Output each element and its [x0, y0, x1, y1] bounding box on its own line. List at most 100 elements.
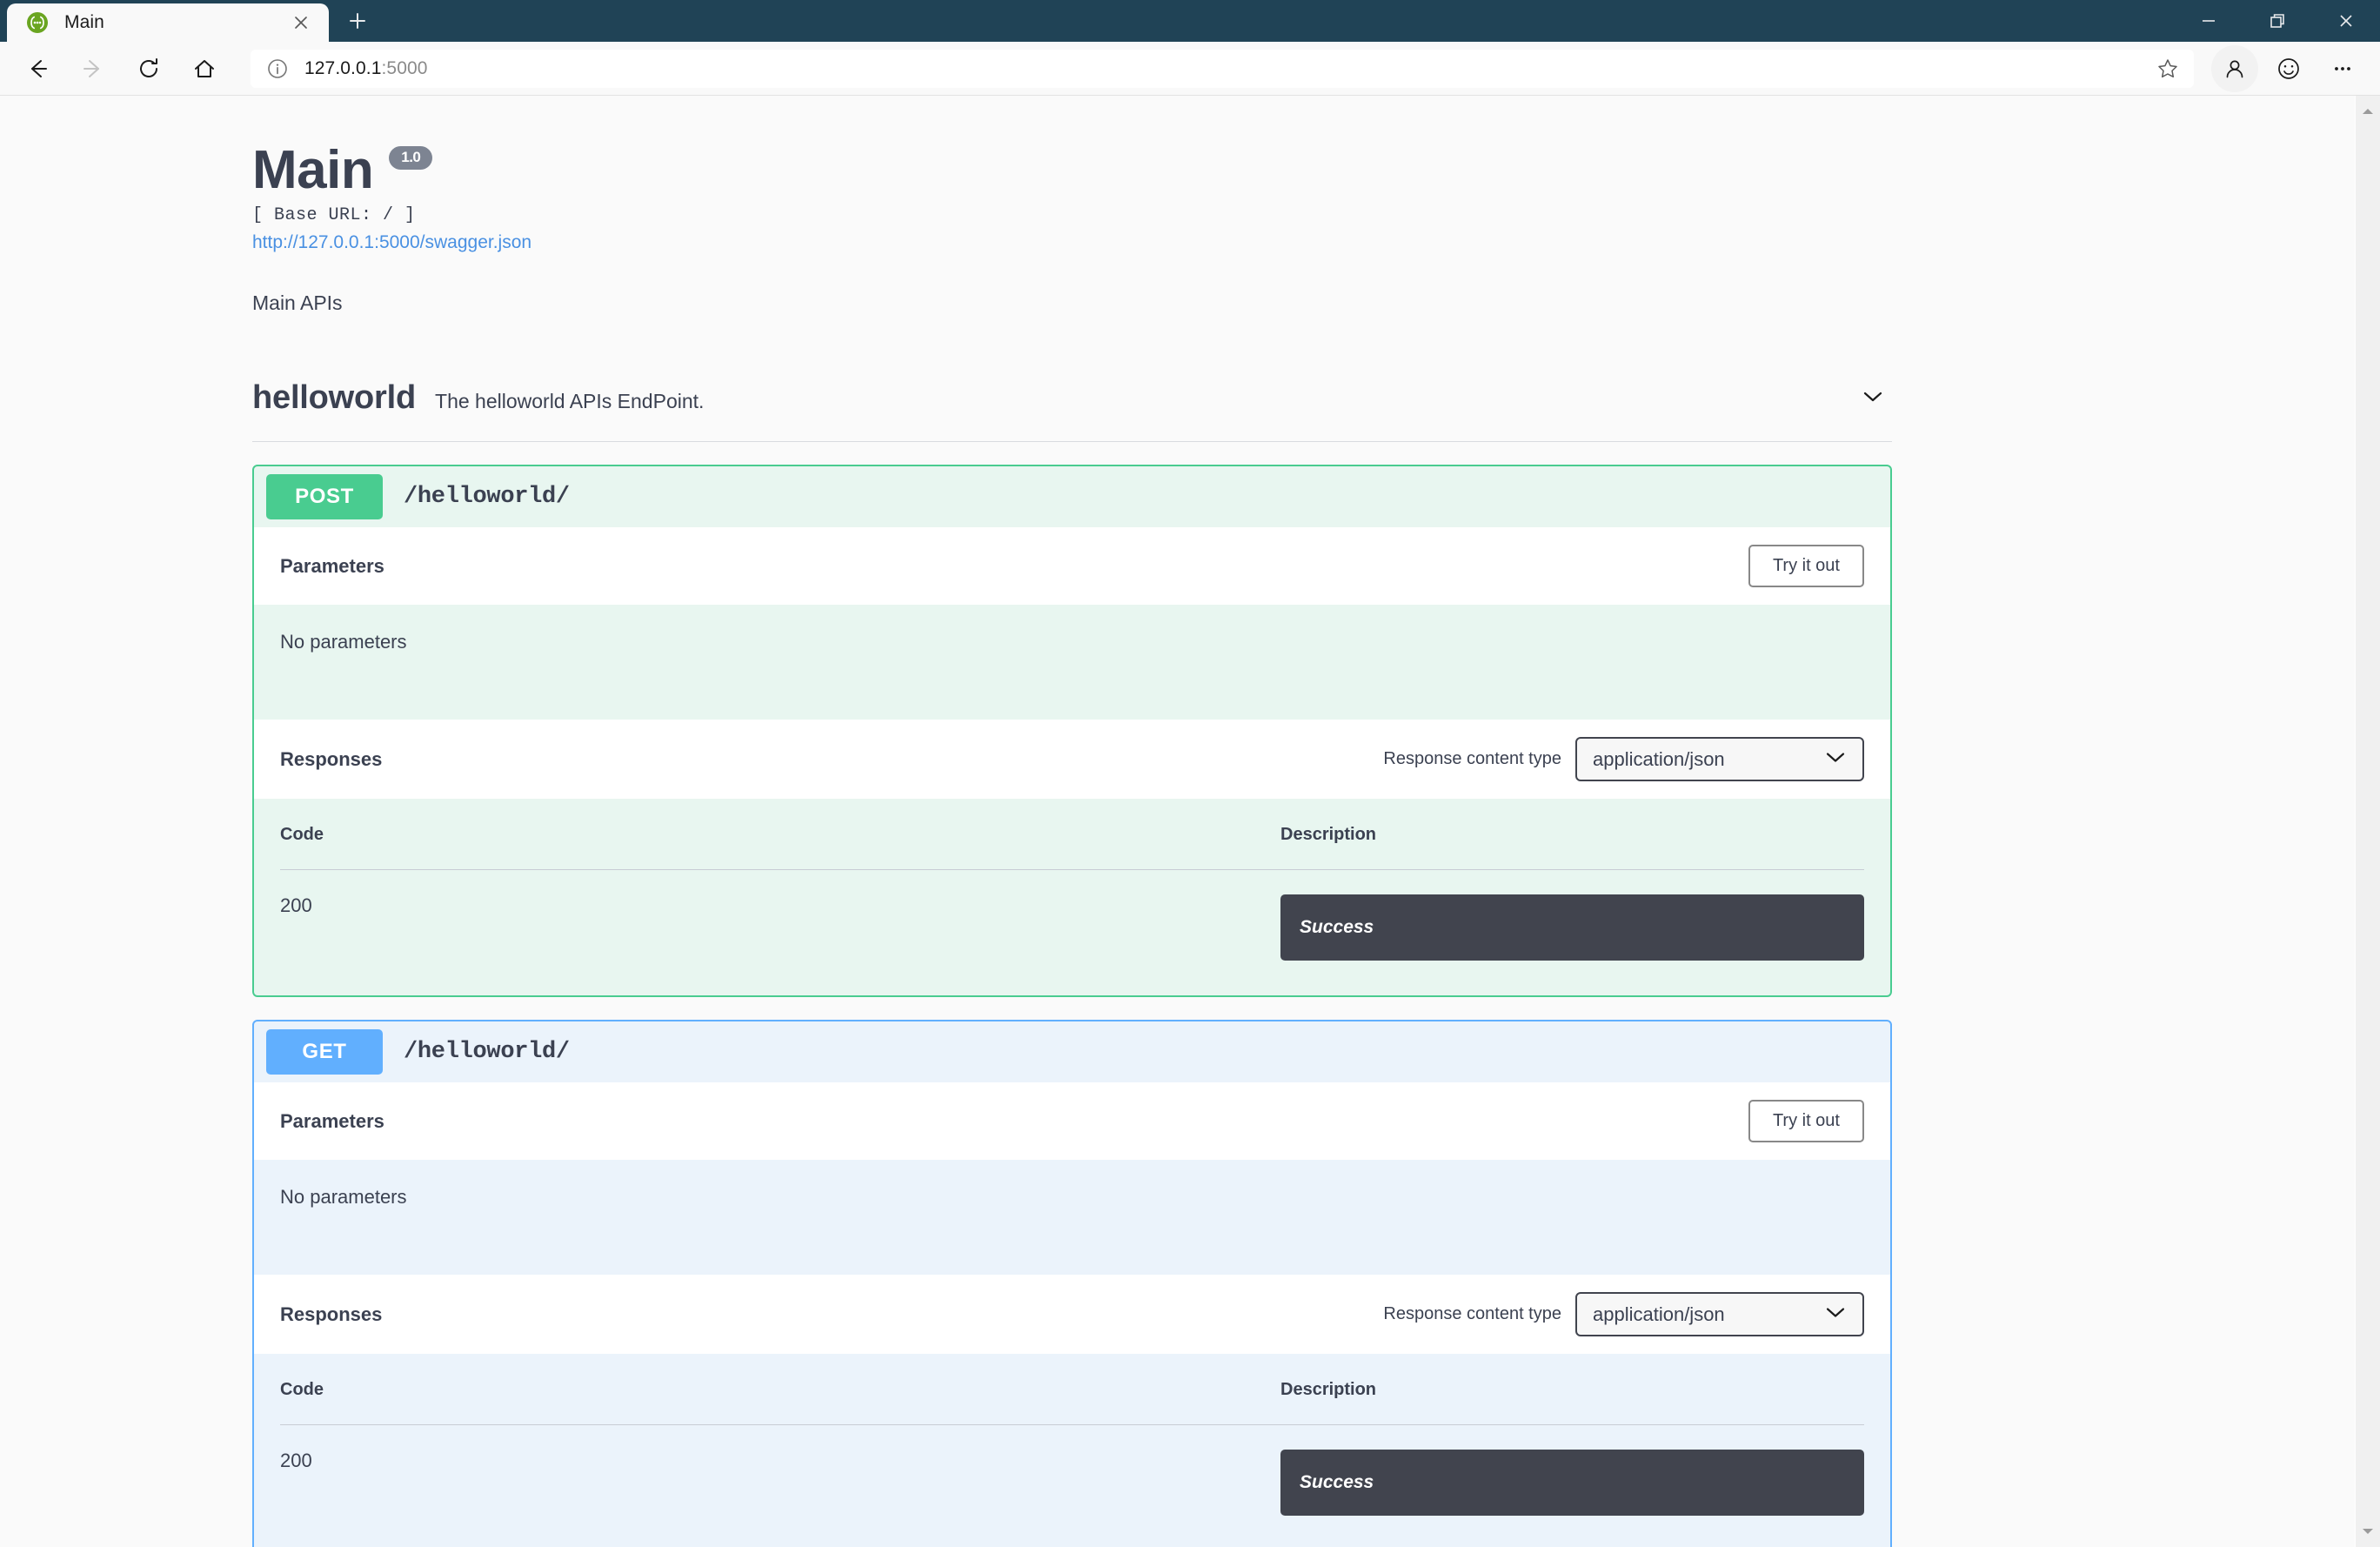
- info-circle-icon[interactable]: [264, 56, 291, 82]
- no-parameters-text: No parameters: [280, 631, 407, 653]
- back-arrow-icon: [31, 59, 47, 77]
- response-content-type-select[interactable]: application/json: [1575, 737, 1864, 782]
- window-controls: [2174, 0, 2380, 42]
- base-url-text: [ Base URL: / ]: [252, 205, 416, 226]
- responses-bar: Responses Response content type applicat…: [254, 1275, 1890, 1355]
- tag-name: helloworld: [252, 379, 417, 417]
- swagger-ui-page: Main 1.0 [ Base URL: / ] http://127.0.0.…: [0, 96, 2355, 1547]
- responses-table-header: Code Description: [280, 1354, 1864, 1426]
- api-description: Main APIs: [252, 291, 343, 315]
- window-restore-button[interactable]: [2243, 0, 2311, 42]
- swagger-ui-root: Main 1.0 [ Base URL: / ] http://127.0.0.…: [0, 96, 2144, 1547]
- page-scrollbar[interactable]: [2355, 96, 2380, 1547]
- responses-table: Code Description 200 Success: [254, 1354, 1890, 1547]
- settings-menu-button[interactable]: [2319, 45, 2366, 92]
- tag-description: The helloworld APIs EndPoint.: [435, 390, 705, 413]
- column-header-code: Code: [280, 1380, 324, 1400]
- response-content-type-label: Response content type: [1383, 1304, 1561, 1324]
- page-title: Main 1.0: [252, 142, 2144, 198]
- operation-path: /helloworld/: [404, 484, 570, 511]
- api-version-badge: 1.0: [389, 146, 433, 170]
- parameters-title: Parameters: [280, 1109, 384, 1132]
- http-method-badge: POST: [266, 474, 383, 520]
- reload-button[interactable]: [125, 45, 172, 92]
- try-it-out-button[interactable]: Try it out: [1748, 1100, 1864, 1143]
- table-row: 200 Success: [280, 1425, 1864, 1517]
- restore-icon: [2270, 14, 2284, 28]
- person-icon: [2226, 60, 2243, 77]
- browser-window: Main 127.0.0.1:5000 Main 1.0 [Base URL:…: [0, 0, 2380, 1547]
- tag-header[interactable]: helloworld The helloworld APIs EndPoint.: [252, 379, 1892, 443]
- operation-get-helloworld: GET /helloworld/ Parameters Try it out N…: [252, 1020, 1892, 1547]
- operation-post-helloworld: POST /helloworld/ Parameters Try it out …: [252, 465, 1892, 998]
- tab-close-icon[interactable]: [285, 7, 317, 38]
- page-viewport: Main 1.0 [ Base URL: / ] http://127.0.0.…: [0, 96, 2380, 1547]
- minimize-icon: [2202, 20, 2215, 22]
- url-host: 127.0.0.1: [304, 57, 382, 78]
- swagger-json-link[interactable]: http://127.0.0.1:5000/swagger.json: [252, 232, 2144, 253]
- response-description: Success: [1280, 1450, 1864, 1517]
- browser-titlebar: Main: [0, 0, 2380, 42]
- forward-arrow-icon: [84, 59, 99, 77]
- scroll-down-arrow-icon[interactable]: [2356, 1523, 2380, 1540]
- column-header-description: Description: [1280, 1380, 1377, 1400]
- address-bar[interactable]: 127.0.0.1:5000: [251, 49, 2194, 88]
- tab-strip: Main: [0, 0, 381, 42]
- home-button[interactable]: [181, 45, 228, 92]
- address-bar-url: 127.0.0.1:5000: [304, 58, 2150, 79]
- feedback-button[interactable]: [2265, 45, 2312, 92]
- responses-title: Responses: [280, 747, 383, 770]
- response-content-type-label: Response content type: [1383, 749, 1561, 769]
- swagger-logo-icon: [26, 11, 49, 34]
- parameters-title: Parameters: [280, 554, 384, 577]
- close-icon: [2339, 15, 2352, 27]
- browser-tab-main[interactable]: Main: [7, 3, 329, 42]
- column-header-code: Code: [280, 825, 324, 845]
- response-content-type-select[interactable]: application/json: [1575, 1292, 1864, 1337]
- operation-summary[interactable]: POST /helloworld/: [254, 466, 1890, 527]
- window-close-button[interactable]: [2311, 0, 2380, 42]
- url-port: :5000: [381, 57, 428, 78]
- browser-toolbar: 127.0.0.1:5000: [0, 42, 2380, 96]
- new-tab-button[interactable]: [334, 2, 381, 40]
- responses-title: Responses: [280, 1303, 383, 1325]
- chevron-down-icon[interactable]: [1854, 381, 1892, 412]
- profile-button[interactable]: [2211, 44, 2258, 92]
- parameters-bar: Parameters Try it out: [254, 527, 1890, 606]
- response-description-text: Success: [1300, 1472, 1374, 1493]
- home-icon: [195, 59, 214, 77]
- response-code: 200: [280, 894, 312, 917]
- operation-body: Parameters Try it out No parameters Resp…: [254, 1082, 1890, 1547]
- http-method-badge: GET: [266, 1029, 383, 1075]
- reload-icon: [140, 57, 157, 77]
- forward-button[interactable]: [70, 45, 117, 92]
- tag-section-helloworld: helloworld The helloworld APIs EndPoint.…: [0, 379, 2144, 1547]
- responses-bar: Responses Response content type applicat…: [254, 720, 1890, 800]
- response-content-type-wrap: application/json: [1575, 737, 1864, 782]
- smiley-icon: [2278, 57, 2299, 79]
- responses-table: Code Description 200 Success: [254, 799, 1890, 995]
- window-minimize-button[interactable]: [2174, 0, 2243, 42]
- api-info-block: Main 1.0 [ Base URL: / ] http://127.0.0.…: [0, 96, 2144, 315]
- operation-summary[interactable]: GET /helloworld/: [254, 1021, 1890, 1082]
- response-code: 200: [280, 1450, 312, 1472]
- parameters-bar: Parameters Try it out: [254, 1082, 1890, 1161]
- ellipsis-icon: [2335, 66, 2350, 70]
- response-description-text: Success: [1300, 917, 1374, 938]
- responses-table-header: Code Description: [280, 799, 1864, 871]
- star-icon[interactable]: [2150, 51, 2185, 86]
- tab-title: Main: [64, 12, 104, 32]
- plus-icon: [350, 13, 365, 29]
- response-description-block: Success: [1280, 894, 1864, 961]
- table-row: 200 Success: [280, 870, 1864, 961]
- scroll-up-arrow-icon[interactable]: [2356, 103, 2380, 120]
- no-parameters-text: No parameters: [280, 1186, 407, 1209]
- operation-path: /helloworld/: [404, 1039, 570, 1066]
- api-title-text: Main: [252, 140, 374, 200]
- try-it-out-button[interactable]: Try it out: [1748, 545, 1864, 588]
- operation-body: Parameters Try it out No parameters Resp…: [254, 527, 1890, 995]
- back-button[interactable]: [14, 45, 61, 92]
- column-header-description: Description: [1280, 825, 1377, 845]
- response-content-type-wrap: application/json: [1575, 1292, 1864, 1337]
- response-description: Success: [1280, 894, 1864, 961]
